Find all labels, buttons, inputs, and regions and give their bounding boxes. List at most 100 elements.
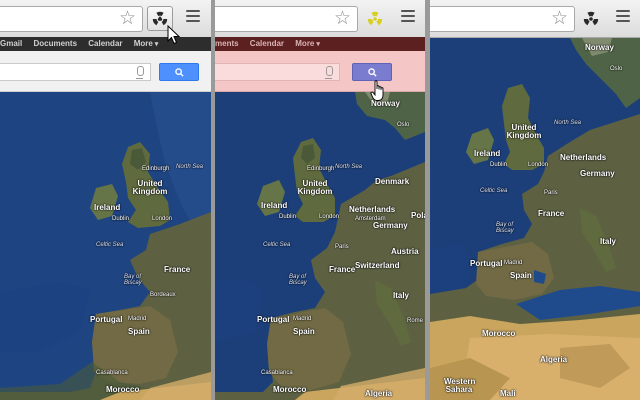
map-label-country: Netherlands [560, 153, 607, 162]
map-label-city: London [319, 214, 340, 220]
map-label-country: Poland [411, 211, 425, 220]
address-bar[interactable]: ☆ [430, 6, 575, 32]
map-label-sea: North Sea [554, 120, 582, 126]
map-label-country: Italy [393, 291, 410, 300]
gbar-link-documents[interactable]: ments [215, 39, 239, 48]
hand-cursor [370, 80, 384, 101]
map-label-sea: North Sea [176, 164, 204, 170]
gbar-link-calendar[interactable]: Calendar [88, 39, 122, 48]
satellite-map[interactable]: Norway Oslo North Sea Denmark United Kin… [215, 92, 425, 400]
map-label-country: France [164, 265, 191, 274]
gbar-link-more[interactable]: More [295, 39, 320, 48]
map-label-sea: Bay of Biscay [289, 274, 307, 286]
search-button[interactable] [159, 63, 199, 81]
map-label-sea: Celtic Sea [263, 242, 291, 248]
arrow-cursor [167, 25, 181, 45]
map-terrain [215, 92, 425, 400]
search-input[interactable] [0, 63, 151, 81]
map-label-country: Ireland [94, 203, 121, 212]
map-label-country: Denmark [375, 177, 410, 186]
map-label-country: United Kingdom [506, 123, 542, 140]
gbar-link-calendar[interactable]: Calendar [250, 39, 284, 48]
map-label-country: Germany [580, 169, 615, 178]
map-label-country: France [538, 209, 565, 218]
map-label-country: Germany [373, 221, 408, 230]
magnifier-icon [174, 67, 184, 77]
map-label-city: Casablanca [96, 370, 128, 376]
map-label-country: France [329, 265, 356, 274]
map-label-city: Dublin [490, 162, 508, 168]
map-label-city: Madrid [128, 316, 147, 322]
map-label-city: Dublin [279, 214, 297, 220]
map-label-country: Switzerland [355, 261, 400, 270]
star-icon[interactable]: ☆ [119, 9, 136, 29]
map-label-country: Portugal [257, 315, 290, 324]
gbar-link-gmail[interactable]: Gmail [0, 39, 22, 48]
extension-button[interactable] [578, 6, 604, 31]
map-label-country: Portugal [90, 315, 123, 324]
map-label-country: Spain [293, 327, 315, 336]
map-label-sea: Celtic Sea [96, 242, 124, 248]
map-label-city: Paris [544, 190, 558, 196]
map-label-country: Western Sahara [444, 377, 476, 394]
radiation-icon [367, 11, 383, 25]
map-label-country: Austria [391, 247, 419, 256]
maps-search-row [215, 51, 425, 92]
hamburger-menu-icon[interactable] [186, 10, 200, 24]
map-label-sea: Celtic Sea [480, 188, 508, 194]
map-label-country: Algeria [540, 355, 568, 364]
search-input[interactable] [215, 63, 340, 81]
browser-toolbar: ☆ [430, 0, 640, 38]
map-label-sea: North Sea [335, 164, 363, 170]
map-label-country: Morocco [273, 385, 307, 394]
map-label-country: United Kingdom [132, 179, 168, 196]
browser-panel-3: Norway Oslo North Sea United Kingdom Ire… [430, 0, 640, 400]
star-icon[interactable]: ☆ [551, 9, 568, 29]
map-label-city: Dublin [112, 216, 130, 222]
map-label-country: Morocco [106, 385, 140, 394]
satellite-map[interactable]: North Sea United Kingdom Edinburgh Irela… [0, 92, 211, 400]
address-bar[interactable]: ☆ [0, 6, 143, 32]
extension-button[interactable] [362, 6, 388, 31]
address-bar[interactable]: ☆ [215, 6, 358, 32]
map-label-city: Madrid [293, 316, 312, 322]
map-label-country: Mali [500, 389, 516, 398]
map-label-city: Rome [407, 318, 424, 324]
map-terrain [430, 38, 640, 400]
magnifier-icon [367, 67, 377, 77]
map-label-city: Madrid [504, 260, 523, 266]
map-label-city: Oslo [397, 122, 410, 128]
microphone-icon[interactable] [325, 66, 333, 79]
google-bar: ments Calendar More [215, 37, 425, 51]
map-label-sea: Bay of Biscay [124, 274, 142, 286]
map-label-country: Netherlands [349, 205, 396, 214]
map-label-country: Morocco [482, 329, 516, 338]
star-icon[interactable]: ☆ [334, 9, 351, 29]
map-label-city: Paris [335, 244, 349, 250]
map-label-city: Casablanca [261, 370, 293, 376]
hamburger-menu-icon[interactable] [616, 10, 630, 24]
gbar-link-more[interactable]: More [134, 39, 159, 48]
map-label-country: Italy [600, 237, 617, 246]
map-label-city: Oslo [610, 66, 623, 72]
satellite-map[interactable]: Norway Oslo North Sea United Kingdom Ire… [430, 38, 640, 400]
hamburger-menu-icon[interactable] [401, 10, 415, 24]
browser-toolbar: ☆ [215, 0, 425, 38]
radiation-icon [583, 11, 599, 25]
map-label-city: Edinburgh [307, 166, 335, 172]
browser-panel-2: Norway Oslo North Sea Denmark United Kin… [215, 0, 425, 400]
map-label-country: Ireland [474, 149, 501, 158]
microphone-icon[interactable] [136, 66, 144, 79]
map-label-city: Edinburgh [142, 166, 170, 172]
map-label-country: Algeria [365, 389, 393, 398]
maps-search-row [0, 51, 211, 92]
gbar-link-documents[interactable]: Documents [33, 39, 77, 48]
map-label-city: Bordeaux [150, 292, 176, 298]
map-label-country: United Kingdom [297, 179, 333, 196]
map-label-country: Spain [128, 327, 150, 336]
search-button[interactable] [352, 63, 392, 81]
map-label-country: Spain [510, 271, 532, 280]
map-label-sea: Bay of Biscay [496, 222, 514, 234]
map-label-city: London [152, 216, 173, 222]
browser-panel-1: North Sea United Kingdom Edinburgh Irela… [0, 0, 211, 400]
